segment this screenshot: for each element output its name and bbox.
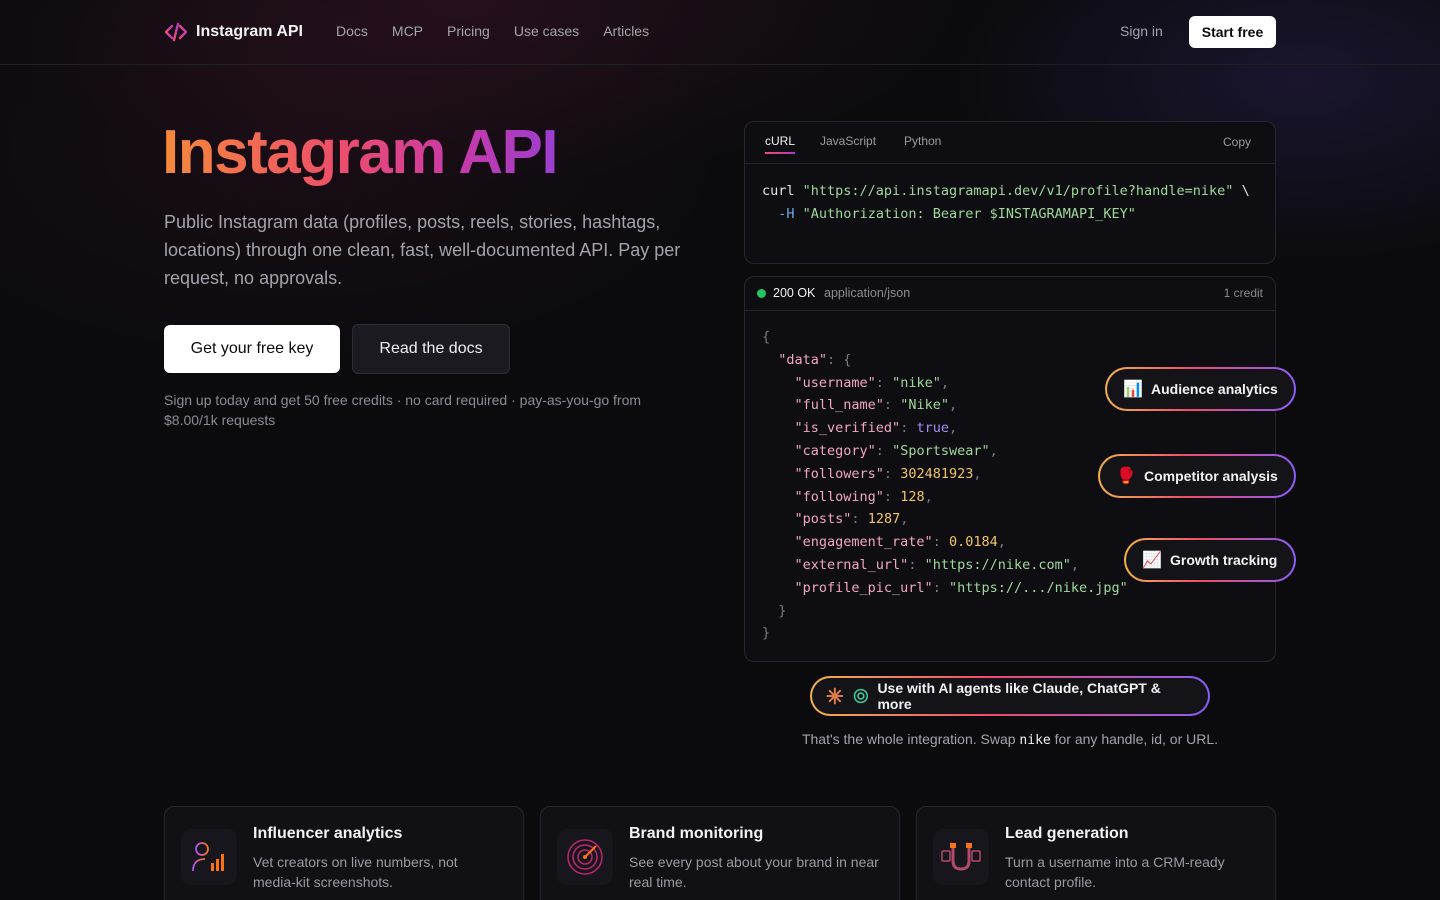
status-code: 200 OK (773, 286, 816, 300)
sign-in-link[interactable]: Sign in (1120, 23, 1163, 39)
json-key: "full_name" (794, 397, 884, 414)
chatgpt-icon (853, 688, 868, 704)
json-field-line: "profile_pic_url": "https://.../nike.jpg… (794, 579, 1128, 596)
credit-cost: 1 credit (1223, 286, 1263, 300)
brand-logo[interactable]: Instagram API (164, 20, 303, 44)
ai-agents-label: Use with AI agents like Claude, ChatGPT … (877, 680, 1161, 712)
response-header: 200 OK application/json 1 credit (745, 277, 1275, 311)
bar-chart-icon: 📊 (1123, 381, 1143, 398)
tab-javascript[interactable]: JavaScript (820, 134, 876, 148)
json-field-line: "following": 128, (794, 488, 933, 505)
status-dot-icon (757, 289, 766, 298)
integration-note: That's the whole integration. Swap nike … (744, 731, 1276, 748)
request-code-card: cURL JavaScript Python Copy curl "https:… (744, 121, 1276, 264)
signup-note: Sign up today and get 50 free credits · … (164, 392, 642, 428)
note-text-after: for any handle, id, or URL. (1054, 731, 1219, 747)
json-key: "followers" (794, 465, 884, 482)
claude-sparkle-icon (826, 687, 844, 705)
json-value: "Nike" (900, 397, 949, 414)
nav-link-pricing[interactable]: Pricing (447, 23, 490, 39)
feature-card-influencer[interactable]: Influencer analytics Vet creators on liv… (164, 806, 524, 900)
json-field-line: "followers": 302481923, (794, 465, 982, 482)
json-value: "nike" (892, 374, 941, 391)
json-key: "following" (794, 488, 884, 505)
json-field-line: "external_url": "https://nike.com", (794, 556, 1080, 573)
growth-tracking-pill[interactable]: 📈 Growth tracking (1124, 538, 1296, 582)
trending-up-icon: 📈 (1142, 552, 1162, 569)
boxing-glove-icon: 🥊 (1116, 468, 1136, 485)
json-response: { "data": { "username": "nike", "full_na… (762, 329, 1128, 642)
note-code: nike (1019, 733, 1051, 748)
pill-label: Competitor analysis (1144, 468, 1278, 484)
nav-link-docs[interactable]: Docs (336, 23, 368, 39)
competitor-analysis-pill[interactable]: 🥊 Competitor analysis (1098, 454, 1296, 498)
feature-title: Brand monitoring (629, 825, 764, 842)
content-type: application/json (824, 286, 911, 300)
json-value: 128 (900, 488, 925, 505)
json-field-line: "category": "Sportswear", (794, 442, 998, 459)
curl-snippet: curl "https://api.instagramapi.dev/v1/pr… (762, 180, 1250, 226)
pill-label: Growth tracking (1170, 552, 1278, 568)
feature-title: Influencer analytics (253, 825, 403, 842)
json-key: "posts" (794, 511, 852, 528)
json-field-line: "is_verified": true, (794, 420, 958, 437)
feature-title: Lead generation (1005, 825, 1129, 842)
radar-icon (557, 829, 613, 885)
feature-desc: See every post about your brand in near … (629, 854, 879, 890)
line-continuation: \ (1241, 183, 1250, 199)
active-tab-indicator (765, 152, 795, 154)
copy-button[interactable]: Copy (1223, 135, 1251, 149)
json-value: 302481923 (900, 465, 974, 482)
feature-card-brand[interactable]: Brand monitoring See every post about yo… (540, 806, 900, 900)
nav-link-use-cases[interactable]: Use cases (514, 23, 579, 39)
json-key: "engagement_rate" (794, 534, 933, 551)
feature-desc: Vet creators on live numbers, not media-… (253, 854, 458, 890)
ai-agents-pill[interactable]: Use with AI agents like Claude, ChatGPT … (810, 676, 1210, 716)
json-key: "is_verified" (794, 420, 901, 437)
tab-python[interactable]: Python (904, 134, 941, 148)
json-field-line: "username": "nike", (794, 374, 949, 391)
audience-analytics-pill[interactable]: 📊 Audience analytics (1105, 367, 1296, 411)
json-value: "https://.../nike.jpg" (948, 579, 1128, 596)
json-key: "external_url" (794, 556, 909, 573)
hero-subtitle: Public Instagram data (profiles, posts, … (164, 212, 681, 288)
feature-desc: Turn a username into a CRM-ready contact… (1005, 854, 1225, 890)
feature-card-lead[interactable]: Lead generation Turn a username into a C… (916, 806, 1276, 900)
nav-links: Docs MCP Pricing Use cases Articles (336, 23, 649, 39)
start-free-button[interactable]: Start free (1189, 16, 1276, 48)
json-key: "profile_pic_url" (794, 579, 933, 596)
json-field-line: "engagement_rate": 0.0184, (794, 534, 1006, 551)
curl-url: "https://api.instagramapi.dev/v1/profile… (802, 183, 1234, 199)
get-free-key-button[interactable]: Get your free key (164, 325, 340, 373)
influencer-icon (181, 829, 237, 885)
tab-curl[interactable]: cURL (765, 134, 795, 148)
code-brackets-icon (164, 22, 188, 42)
nav-link-articles[interactable]: Articles (603, 23, 649, 39)
json-value: 0.0184 (948, 534, 998, 551)
curl-command: curl (762, 183, 795, 199)
json-value: true (916, 420, 949, 437)
magnet-icon (933, 829, 989, 885)
code-tabs: cURL JavaScript Python Copy (745, 122, 1275, 164)
json-value: 1287 (867, 511, 901, 528)
json-field-line: "posts": 1287, (794, 511, 909, 528)
nav-link-mcp[interactable]: MCP (392, 23, 423, 39)
top-nav: Instagram API Docs MCP Pricing Use cases… (0, 0, 1440, 65)
hero-title: Instagram API (162, 114, 559, 192)
json-value: "Sportswear" (892, 442, 990, 459)
header-flag: -H (778, 206, 795, 222)
pill-label: Audience analytics (1151, 381, 1278, 397)
json-field-line: "full_name": "Nike", (794, 397, 958, 414)
read-docs-button[interactable]: Read the docs (352, 324, 510, 374)
json-key: "username" (794, 374, 876, 391)
brand-name: Instagram API (196, 23, 303, 40)
auth-header: "Authorization: Bearer $INSTAGRAMAPI_KEY… (802, 206, 1136, 222)
json-value: "https://nike.com" (924, 556, 1071, 573)
json-key: "category" (794, 442, 876, 459)
note-text-before: That's the whole integration. Swap (801, 731, 1016, 747)
